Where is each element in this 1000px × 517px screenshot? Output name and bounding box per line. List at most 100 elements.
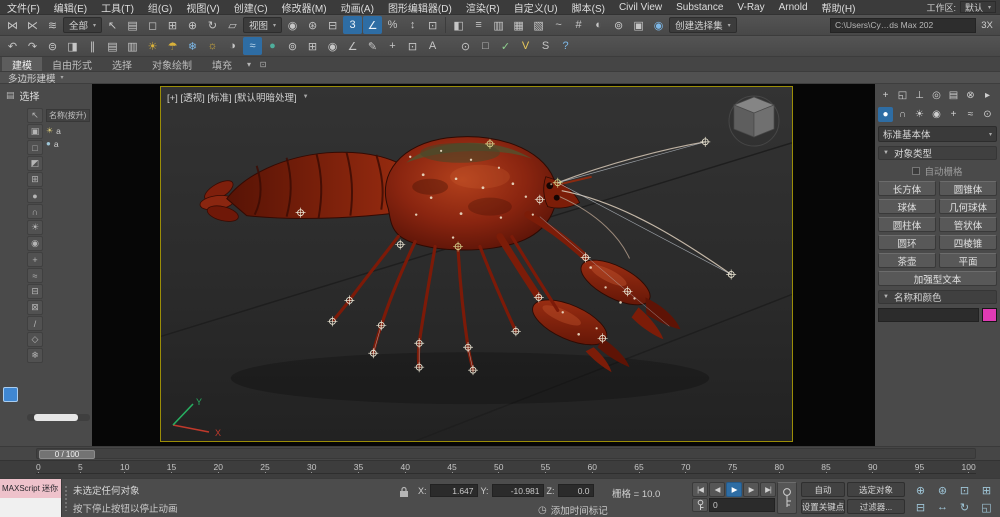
menu-item[interactable]: 工具(T) <box>94 0 141 15</box>
undo-icon[interactable]: ↶ <box>3 37 22 55</box>
primitive-button[interactable]: 加强型文本 <box>878 271 997 286</box>
scrollbar-thumb[interactable] <box>34 414 78 421</box>
macro-recorder-line[interactable]: MAXScript 迷你 <box>0 479 61 498</box>
render-production-icon[interactable]: ◉ <box>649 16 668 34</box>
primitive-button[interactable]: 茶壶 <box>878 253 936 268</box>
state-sets-icon[interactable]: ⊞ <box>303 37 322 55</box>
explorer-menu-icon[interactable]: ▤ <box>6 90 15 101</box>
sun-positioner-icon[interactable]: ☼ <box>203 37 222 55</box>
object-color-swatch[interactable] <box>982 308 997 322</box>
toggle-scene-explorer-icon[interactable]: ▥ <box>489 16 508 34</box>
unlink-selection-icon[interactable]: ⋉ <box>23 16 42 34</box>
ribbon-tab-object-paint[interactable]: 对象绘制 <box>142 57 202 72</box>
play-button[interactable]: ▶ <box>726 482 742 497</box>
grid-tool-icon[interactable]: + <box>383 37 402 55</box>
select-and-manipulate-icon[interactable]: ⊛ <box>303 16 322 34</box>
zoom-region-icon[interactable]: ⊟ <box>910 499 931 515</box>
rendered-frame-window-icon[interactable]: ▣ <box>629 16 648 34</box>
time-slider-track[interactable]: 0 / 100 <box>36 448 976 459</box>
primitive-category-dropdown[interactable]: 标准基本体 ▾ <box>878 126 997 142</box>
menu-item[interactable]: 编辑(E) <box>47 0 94 15</box>
shapes-category-icon[interactable]: ∩ <box>895 107 910 122</box>
current-frame-field[interactable]: 0 <box>709 498 775 512</box>
percent-snap-icon[interactable]: % <box>383 16 402 34</box>
object-type-rollout[interactable]: ▼ 对象类型 <box>878 146 997 160</box>
key-filters-button[interactable]: 过滤器... <box>847 499 905 514</box>
go-to-end-button[interactable]: ▶| <box>760 482 776 497</box>
explorer-hscrollbar[interactable] <box>27 414 90 421</box>
daylight-icon[interactable]: ☀ <box>143 37 162 55</box>
measure-icon[interactable]: ∠ <box>343 37 362 55</box>
explorer-column-header[interactable]: 名称(按升) <box>46 109 90 122</box>
menu-item[interactable]: 脚本(S) <box>565 0 612 15</box>
selection-filter-dropdown[interactable]: 全部 ▾ <box>63 17 103 33</box>
time-slider-handle[interactable]: 0 / 100 <box>39 450 95 459</box>
select-and-scale-icon[interactable]: ▱ <box>223 16 242 34</box>
zoom-icon[interactable]: ⊕ <box>910 482 931 498</box>
vray-toolbar-icon[interactable]: V <box>516 37 535 55</box>
primitive-button[interactable]: 圆环 <box>878 235 936 250</box>
modify-tab-icon[interactable]: ◱ <box>895 88 910 103</box>
menu-item[interactable]: 图形编辑器(D) <box>381 0 459 15</box>
selected-objects-dropdown[interactable]: 选定对象 <box>847 482 905 497</box>
menu-item[interactable]: 动画(A) <box>334 0 381 15</box>
menu-item[interactable]: 修改器(M) <box>275 0 334 15</box>
menu-item[interactable]: 帮助(H) <box>815 0 863 15</box>
keyboard-shortcut-override-icon[interactable]: ⊟ <box>323 16 342 34</box>
explorer-select-invert-icon[interactable]: ◩ <box>27 156 43 171</box>
explorer-title[interactable]: 选择 <box>20 88 40 103</box>
workspace-dropdown[interactable]: 默认 ▾ <box>959 1 996 13</box>
environment-icon[interactable]: ≈ <box>243 37 262 55</box>
z-coordinate-field[interactable]: 0.0 <box>557 484 594 497</box>
ribbon-tab-freeform[interactable]: 自由形式 <box>42 57 102 72</box>
help-icon[interactable]: ? <box>556 37 575 55</box>
paint-tool-icon[interactable]: ✎ <box>363 37 382 55</box>
curve-editor-icon[interactable]: ~ <box>549 16 568 34</box>
explorer-xrefs-filter-icon[interactable]: ⊠ <box>27 300 43 315</box>
render-setup-icon[interactable]: ⊚ <box>609 16 628 34</box>
material-ball-icon[interactable]: ● <box>263 37 282 55</box>
select-and-link-icon[interactable]: ⋈ <box>3 16 22 34</box>
autogrid-checkbox[interactable] <box>912 166 921 175</box>
perspective-viewport[interactable]: [+] [透视] [标准] [默认明暗处理] ▼ X Y <box>160 86 793 442</box>
bind-to-space-warp-icon[interactable]: ≋ <box>43 16 62 34</box>
material-editor-icon[interactable]: ◐ <box>589 16 608 34</box>
motion-tab-icon[interactable]: ◎ <box>929 88 944 103</box>
primitive-button[interactable]: 几何球体 <box>939 199 997 214</box>
ribbon-tab-selection[interactable]: 选择 <box>102 57 142 72</box>
explorer-frozen-filter-icon[interactable]: ❄ <box>27 348 43 363</box>
explorer-cameras-filter-icon[interactable]: ◉ <box>27 236 43 251</box>
snap-toggle-3d-icon[interactable]: 3 <box>343 16 363 34</box>
mirror-tool-icon[interactable]: ◨ <box>63 37 82 55</box>
layer-manager-icon[interactable]: ▤ <box>103 37 122 55</box>
primitive-button[interactable]: 四棱锥 <box>939 235 997 250</box>
align-icon[interactable]: ≡ <box>469 16 488 34</box>
menu-item[interactable]: Substance <box>669 0 730 15</box>
ribbon-minimize-icon[interactable]: ▾ <box>242 57 256 71</box>
viewport-layout-tab[interactable] <box>3 387 18 402</box>
explorer-lights-filter-icon[interactable]: ☀ <box>27 220 43 235</box>
menu-item[interactable]: Arnold <box>772 0 815 15</box>
ribbon-pin-icon[interactable]: ⊡ <box>256 57 270 71</box>
snowflake-icon[interactable]: ❄ <box>183 37 202 55</box>
utilities-tab-icon[interactable]: ⊗ <box>963 88 978 103</box>
explorer-shapes-filter-icon[interactable]: ∩ <box>27 204 43 219</box>
schematic-view-icon[interactable]: # <box>569 16 588 34</box>
pan-view-icon[interactable]: ↔ <box>932 499 953 515</box>
primitive-button[interactable]: 球体 <box>878 199 936 214</box>
mirror-icon[interactable]: ◧ <box>449 16 468 34</box>
select-and-move-icon[interactable]: ⊕ <box>183 16 202 34</box>
ribbon-tab-populate[interactable]: 填充 <box>202 57 242 72</box>
maximize-viewport-toggle-icon[interactable]: ◱ <box>976 499 997 515</box>
explorer-pick-icon[interactable]: ↖ <box>27 108 43 123</box>
camera-tool-icon[interactable]: ◉ <box>323 37 342 55</box>
exposure-control-icon[interactable]: ◑ <box>223 37 242 55</box>
y-coordinate-field[interactable]: -10.981 <box>491 484 544 497</box>
space-warps-category-icon[interactable]: ≈ <box>963 107 978 122</box>
time-slider[interactable]: 0 / 100 <box>0 446 1000 460</box>
zoom-all-icon[interactable]: ⊛ <box>932 482 953 498</box>
set-key-button[interactable]: 设置关键点 <box>801 499 845 514</box>
scene-explorer-toolbar-icon[interactable]: ▥ <box>123 37 142 55</box>
hierarchy-tab-icon[interactable]: ⊥ <box>912 88 927 103</box>
menu-item[interactable]: 渲染(R) <box>459 0 507 15</box>
